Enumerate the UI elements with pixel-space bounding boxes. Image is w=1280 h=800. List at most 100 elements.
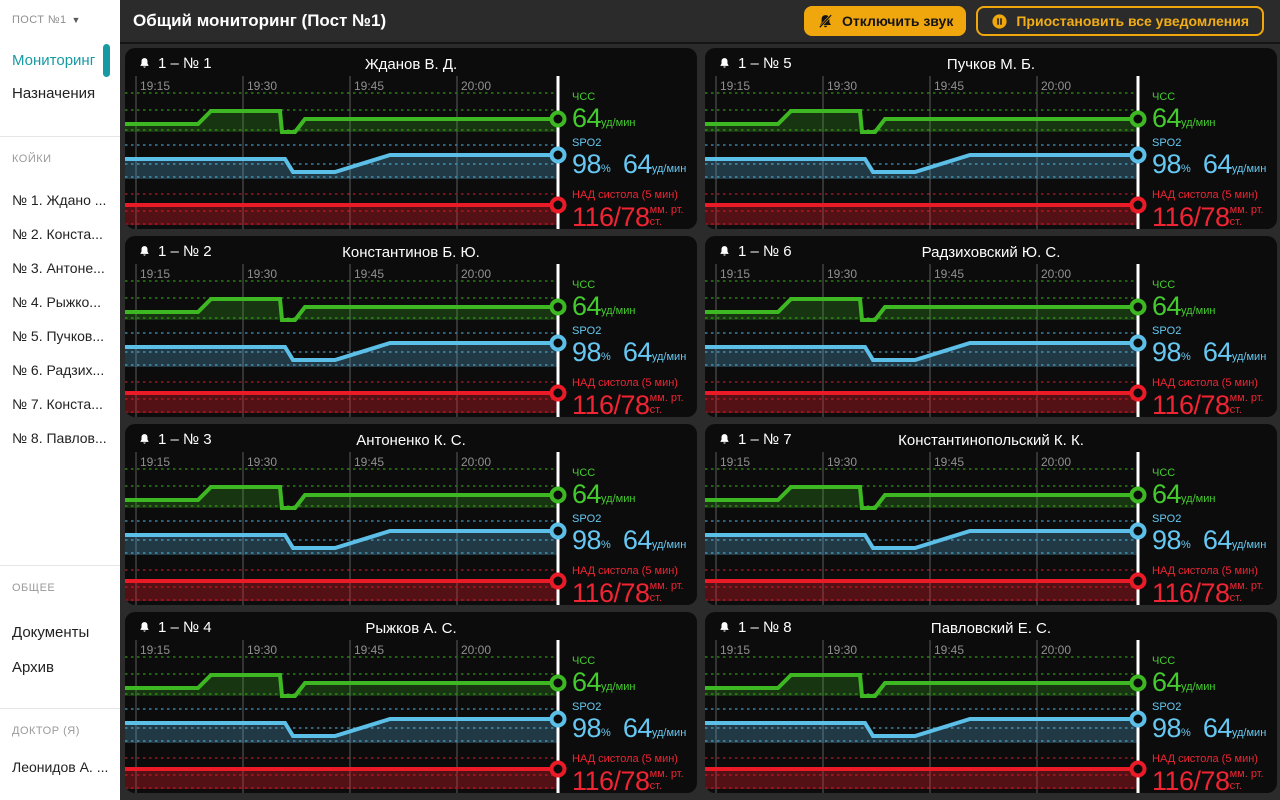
nibp-value: 116/78 [572,581,650,605]
spo2-marker [552,525,565,538]
post-select[interactable]: ПОСТ №1 ▼ [12,14,120,26]
time-tick: 19:15 [140,643,170,657]
nibp-readout: НАД систола (5 мин) 116/78 мм. рт. ст. [572,377,697,417]
spo2-label: SPO2 [1152,325,1266,337]
nibp-series [125,194,558,225]
nibp-readout: НАД систола (5 мин) 116/78 мм. рт. ст. [1152,753,1277,793]
nibp-value: 116/78 [1152,393,1230,417]
nibp-marker [1132,763,1145,776]
spo2-unit: % [601,351,611,364]
patient-card[interactable]: 1 – № 4 Рыжков А. С. 19:15 19:30 19:45 2… [125,612,697,793]
time-tick: 19:30 [827,643,857,657]
hr-marker [552,677,565,690]
sidebar-item-bed[interactable]: № 8. Павлов... [0,431,120,445]
patient-card[interactable]: 1 – № 2 Константинов Б. Ю. 19:15 19:30 1… [125,236,697,417]
hr-marker [552,301,565,314]
nibp-marker [1132,387,1145,400]
hr-unit: уд/мин [1181,493,1215,506]
sidebar-item-bed[interactable]: № 7. Конста... [0,397,120,411]
time-tick: 19:30 [827,455,857,469]
sidebar-item-bed[interactable]: № 1. Ждано ... [0,193,120,207]
spo2-value: 98 [1152,716,1181,740]
time-tick: 19:45 [934,455,964,469]
spo2-marker [1132,337,1145,350]
patient-card[interactable]: 1 – № 3 Антоненко К. С. 19:15 19:30 19:4… [125,424,697,605]
sidebar-item-bed[interactable]: № 6. Радзих... [0,363,120,377]
hr-value: 64 [572,294,601,318]
general-section-header: ОБЩЕЕ [12,582,120,594]
nibp-value: 116/78 [1152,581,1230,605]
sidebar-item-prescriptions[interactable]: Назначения [0,85,120,102]
hr-label: ЧСС [1152,655,1215,667]
sidebar-item-bed[interactable]: № 5. Пучков... [0,329,120,343]
time-tick: 19:15 [140,267,170,281]
bell-icon [718,620,731,635]
spo2-series [705,333,1138,367]
nibp-value: 116/78 [1152,769,1230,793]
hr-unit: уд/мин [601,493,635,506]
time-tick: 19:15 [720,455,750,469]
patient-card[interactable]: 1 – № 6 Радзиховский Ю. С. 19:15 19:30 1… [705,236,1277,417]
spo2-unit: % [1181,163,1191,176]
nibp-label: НАД систола (5 мин) [1152,377,1277,389]
spo2-pulse-value: 64 [1203,340,1232,364]
nibp-readout: НАД систола (5 мин) 116/78 мм. рт. ст. [572,189,697,229]
sidebar-item-archive[interactable]: Архив [0,659,120,676]
spo2-value: 98 [572,716,601,740]
bell-icon [138,244,151,259]
hr-marker [552,113,565,126]
patient-card[interactable]: 1 – № 8 Павловский Е. С. 19:15 19:30 19:… [705,612,1277,793]
hr-series [705,93,1138,132]
spo2-readout: SPO2 98 % 64 уд/мин [1152,325,1266,364]
spo2-pulse-unit: уд/мин [652,727,686,740]
nibp-value: 116/78 [572,205,650,229]
nibp-marker [1132,575,1145,588]
sidebar-item-monitoring[interactable]: Мониторинг [0,52,120,69]
time-tick: 19:15 [140,79,170,93]
sidebar-item-documents[interactable]: Документы [0,624,120,641]
beds-section-header: КОЙКИ [12,153,120,165]
hr-readout: ЧСС 64 уд/мин [1152,655,1215,694]
patient-card[interactable]: 1 – № 7 Константинопольский К. К. 19:15 … [705,424,1277,605]
sidebar-item-bed[interactable]: № 3. Антоне... [0,261,120,275]
spo2-readout: SPO2 98 % 64 уд/мин [572,137,686,176]
bell-muted-icon [817,13,834,30]
sidebar-item-bed[interactable]: № 4. Рыжко... [0,295,120,309]
mute-sound-label: Отключить звук [842,13,953,29]
bed-label-text: 1 – № 1 [158,55,212,72]
hr-value: 64 [1152,670,1181,694]
pause-notifications-label: Приостановить все уведомления [1016,13,1249,29]
spo2-marker [1132,525,1145,538]
pause-notifications-button[interactable]: Приостановить все уведомления [976,6,1264,36]
mute-sound-button[interactable]: Отключить звук [804,6,966,36]
spo2-label: SPO2 [1152,137,1266,149]
card-header: 1 – № 3 Антоненко К. С. [125,431,697,451]
hr-marker [1132,489,1145,502]
spo2-unit: % [1181,351,1191,364]
spo2-value: 98 [1152,340,1181,364]
spo2-pulse-unit: уд/мин [652,163,686,176]
spo2-series [705,709,1138,743]
time-tick: 19:30 [827,267,857,281]
bed-label: 1 – № 5 [718,55,792,72]
bell-icon [718,56,731,71]
card-header: 1 – № 6 Радзиховский Ю. С. [705,243,1277,263]
spo2-series [125,333,558,367]
hr-marker [1132,677,1145,690]
nibp-series [705,570,1138,601]
nibp-unit: мм. рт. ст. [650,768,697,793]
sidebar-item-doctor[interactable]: Леонидов А. ... [0,759,120,775]
sidebar-item-bed[interactable]: № 2. Конста... [0,227,120,241]
patient-card[interactable]: 1 – № 5 Пучков М. Б. 19:15 19:30 19:45 2… [705,48,1277,229]
spo2-pulse-value: 64 [623,152,652,176]
spo2-unit: % [601,727,611,740]
nibp-label: НАД систола (5 мин) [572,753,697,765]
divider [0,136,120,137]
bell-icon [138,432,151,447]
nibp-series [705,382,1138,413]
spo2-marker [552,713,565,726]
patient-card[interactable]: 1 – № 1 Жданов В. Д. 19:15 19:30 19:45 2… [125,48,697,229]
hr-value: 64 [572,106,601,130]
spo2-label: SPO2 [572,513,686,525]
nibp-marker [1132,199,1145,212]
